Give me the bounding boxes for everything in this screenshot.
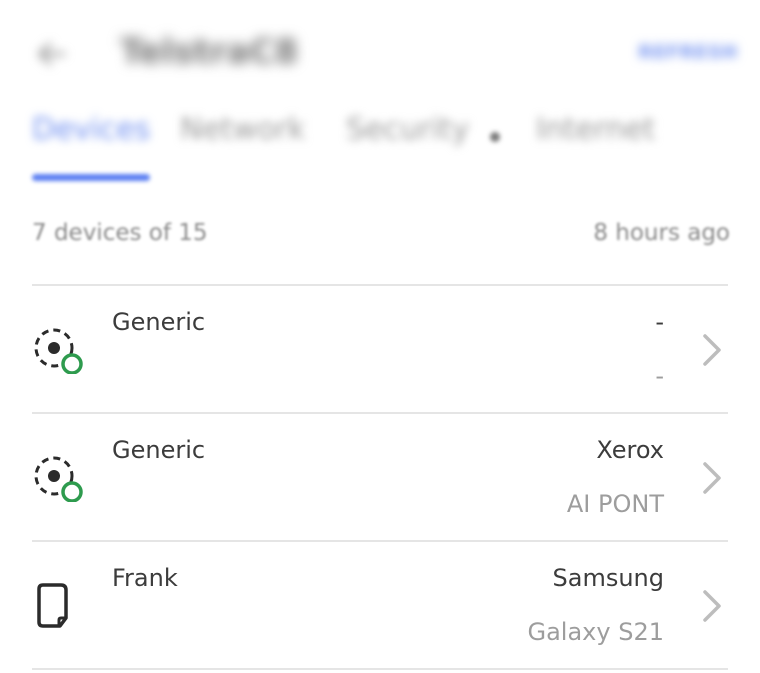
device-name: Generic: [112, 436, 206, 464]
device-brand: -: [655, 308, 664, 336]
tab-internet[interactable]: Internet: [536, 112, 655, 147]
tab-network[interactable]: Network: [180, 112, 305, 147]
redaction-mask: [196, 560, 276, 598]
generic-device-online-icon: [32, 454, 88, 503]
chevron-right-icon: [703, 462, 721, 494]
device-name: Frank: [112, 564, 178, 592]
last-updated: 8 hours ago: [593, 220, 730, 246]
device-row[interactable]: Generic Xerox AI PONT: [32, 414, 728, 540]
device-list-screen: TelstraC8 REFRESH Devices Network Securi…: [0, 0, 760, 673]
arrow-left-icon: [38, 42, 66, 66]
divider: [32, 668, 728, 670]
device-brand: Samsung: [552, 564, 664, 592]
back-button[interactable]: [32, 34, 72, 74]
tablet-icon: [32, 582, 88, 630]
device-row[interactable]: Frank Samsung Galaxy S21: [32, 542, 728, 668]
chevron-right-icon: [703, 334, 721, 366]
device-name: Generic: [112, 308, 206, 336]
app-header: TelstraC8 REFRESH: [32, 28, 740, 80]
refresh-button[interactable]: REFRESH: [638, 42, 738, 63]
device-model: AI PONT: [566, 490, 664, 518]
device-model: -: [655, 362, 664, 390]
device-summary: 7 devices of 15 8 hours ago: [32, 220, 730, 254]
active-tab-indicator: [32, 174, 150, 181]
tab-security[interactable]: Security: [346, 112, 469, 147]
security-alert-dot: [490, 132, 500, 142]
tab-bar: Devices Network Security Internet: [32, 112, 740, 184]
device-row[interactable]: Generic - -: [32, 286, 728, 412]
device-brand: Xerox: [596, 436, 664, 464]
tab-devices[interactable]: Devices: [32, 112, 150, 147]
page-title: TelstraC8: [120, 32, 299, 72]
generic-device-online-icon: [32, 326, 88, 375]
device-count: 7 devices of 15: [32, 220, 208, 246]
device-model: Galaxy S21: [527, 618, 665, 646]
chevron-right-icon: [703, 590, 721, 622]
